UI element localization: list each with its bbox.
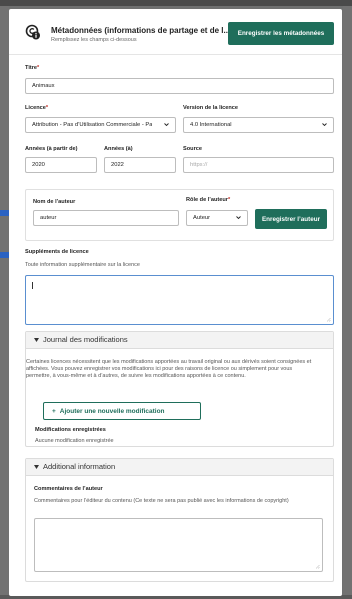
save-metadata-button[interactable]: Enregistrer les métadonnées	[228, 22, 334, 45]
year-to-label: Années (à)	[104, 146, 133, 152]
license-extras-help: Toute information supplémentaire sur la …	[25, 262, 140, 268]
resize-grip-icon[interactable]	[315, 564, 320, 569]
chevron-down-icon	[236, 216, 241, 220]
license-extras-textarea[interactable]	[25, 275, 334, 325]
year-to-input[interactable]: 2022	[104, 157, 176, 173]
dialog-subtitle: Remplissez les champs ci-dessous	[51, 37, 137, 43]
add-modification-button[interactable]: + Ajouter une nouvelle modification	[43, 402, 201, 420]
dialog-title: Métadonnées (informations de partage et …	[51, 26, 231, 35]
changes-description: Certaines licences nécessitent que les m…	[26, 359, 312, 379]
author-role-value: Auteur	[193, 215, 211, 221]
changes-panel-header[interactable]: Journal des modifications	[26, 332, 333, 349]
author-name-input[interactable]: auteur	[33, 210, 179, 226]
source-input[interactable]: https://	[183, 157, 334, 173]
chevron-down-icon	[164, 123, 169, 127]
source-label: Source	[183, 146, 202, 152]
text-cursor	[32, 282, 33, 289]
title-label: Titre*	[25, 65, 40, 71]
author-name-label: Nom de l’auteur	[33, 199, 76, 205]
license-extras-label: Suppléments de licence	[25, 249, 89, 255]
saved-changes-empty: Aucune modification enregistrée	[35, 438, 114, 444]
info-copyright-icon	[25, 24, 40, 40]
caret-down-icon	[34, 465, 39, 469]
author-role-label: Rôle de l’auteur*	[186, 197, 231, 203]
plus-icon: +	[52, 407, 56, 415]
year-from-input[interactable]: 2020	[25, 157, 97, 173]
dialog-header: Métadonnées (informations de partage et …	[9, 9, 342, 55]
additional-info-title: Additional information	[43, 462, 116, 471]
author-comments-help: Commentaires pour l’éditeur du contenu (…	[34, 498, 289, 504]
background-page-top	[0, 0, 352, 6]
license-version-label: Version de la licence	[183, 105, 239, 111]
license-select-value: Attribution - Pas d’Utilisation Commerci…	[32, 122, 152, 128]
license-select[interactable]: Attribution - Pas d’Utilisation Commerci…	[25, 117, 176, 133]
resize-grip-icon[interactable]	[326, 317, 331, 322]
caret-down-icon	[34, 338, 39, 342]
author-role-select[interactable]: Auteur	[186, 210, 248, 226]
author-comments-textarea[interactable]	[34, 518, 323, 572]
background-page-right	[343, 6, 352, 596]
changes-panel-title: Journal des modifications	[43, 335, 128, 344]
background-link-marker	[0, 252, 9, 258]
license-version-select[interactable]: 4.0 International	[183, 117, 334, 133]
additional-info-header[interactable]: Additional information	[26, 459, 333, 476]
license-label: Licence*	[25, 105, 49, 111]
chevron-down-icon	[322, 123, 327, 127]
add-modification-label: Ajouter une nouvelle modification	[59, 407, 165, 415]
title-input[interactable]: Animaux	[25, 78, 334, 94]
background-page-left	[0, 6, 9, 596]
save-author-button[interactable]: Enregistrer l’auteur	[255, 209, 327, 229]
year-from-label: Années (à partir de)	[25, 146, 78, 152]
saved-changes-label: Modifications enregistrées	[35, 427, 106, 433]
license-version-value: 4.0 International	[190, 122, 232, 128]
background-link-marker	[0, 210, 9, 216]
metadata-dialog: Métadonnées (informations de partage et …	[9, 9, 342, 596]
author-comments-label: Commentaires de l’auteur	[34, 486, 103, 492]
